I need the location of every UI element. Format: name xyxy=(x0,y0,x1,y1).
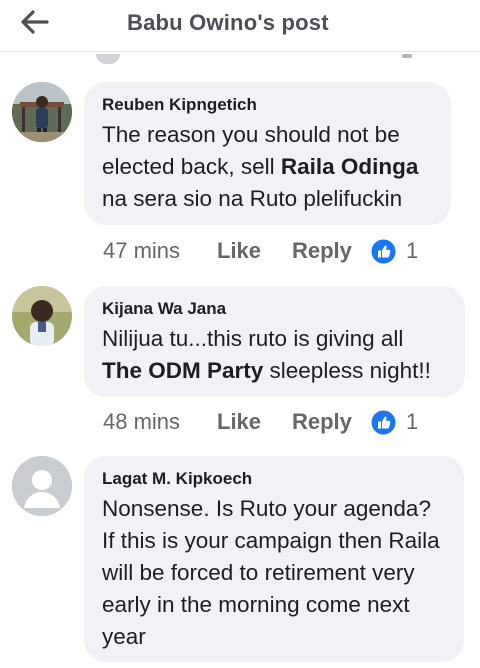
reaction-count[interactable]: 1 xyxy=(406,409,418,435)
like-button[interactable]: Like xyxy=(217,238,261,264)
thumbs-up-icon[interactable] xyxy=(371,239,396,264)
avatar[interactable] xyxy=(12,456,72,516)
comment-text: Nilijua tu...this ruto is giving all The… xyxy=(102,326,431,383)
back-button[interactable] xyxy=(20,9,50,35)
comment-bubble[interactable]: Reuben Kipngetich The reason you should … xyxy=(84,82,451,225)
reply-button[interactable]: Reply xyxy=(292,238,352,264)
comment-tag[interactable]: Raila Odinga xyxy=(281,154,419,179)
comment-text: The reason you should not be elected bac… xyxy=(102,122,419,211)
back-arrow-icon xyxy=(21,10,49,34)
comment-text: Nonsense. Is Ruto your agenda? If this i… xyxy=(102,496,440,649)
comment-author[interactable]: Kijana Wa Jana xyxy=(102,299,447,319)
top-app-bar: Babu Owino's post xyxy=(0,0,480,52)
like-button[interactable]: Like xyxy=(217,409,261,435)
comment-bubble[interactable]: Lagat M. Kipkoech Nonsense. Is Ruto your… xyxy=(84,456,464,662)
default-avatar-icon xyxy=(12,456,72,516)
avatar[interactable] xyxy=(12,82,72,142)
page-title: Babu Owino's post xyxy=(127,10,329,35)
comment-bubble[interactable]: Kijana Wa Jana Nilijua tu...this ruto is… xyxy=(84,286,465,397)
comment-tag[interactable]: The ODM Party xyxy=(102,358,263,383)
previous-avatar-fragment xyxy=(96,54,120,64)
reply-button[interactable]: Reply xyxy=(292,409,352,435)
comment-timestamp[interactable]: 48 mins xyxy=(103,409,180,435)
thumbs-up-icon[interactable] xyxy=(371,410,396,435)
comment-author[interactable]: Lagat M. Kipkoech xyxy=(102,469,446,489)
comment-author[interactable]: Reuben Kipngetich xyxy=(102,95,433,115)
comment-timestamp[interactable]: 47 mins xyxy=(103,238,180,264)
avatar[interactable] xyxy=(12,286,72,346)
reaction-count[interactable]: 1 xyxy=(406,238,418,264)
previous-comment-fragment xyxy=(402,54,412,58)
